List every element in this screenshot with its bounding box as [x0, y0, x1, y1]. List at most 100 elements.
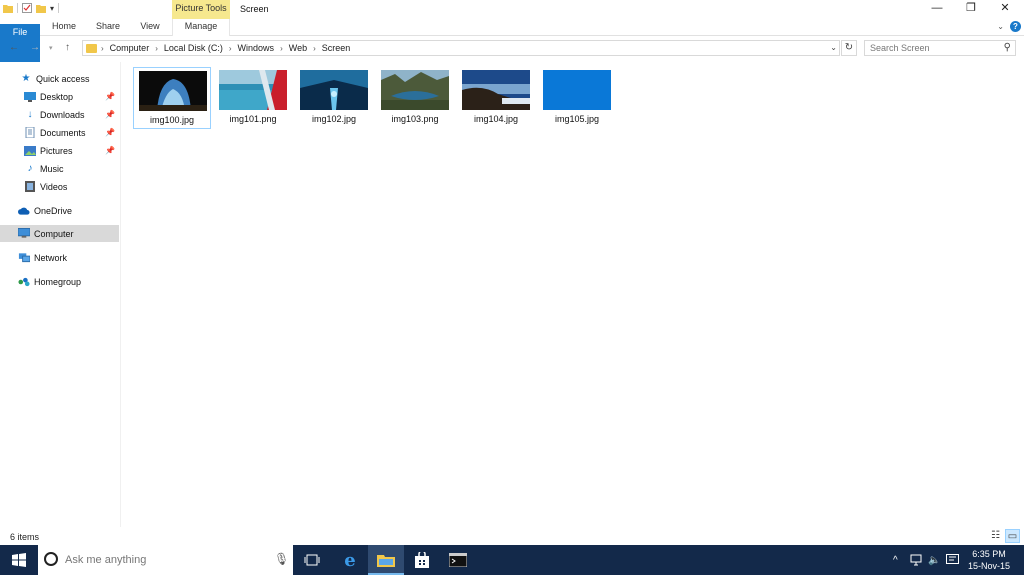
pin-icon[interactable]: 📌 — [105, 128, 115, 137]
ribbon-controls: ⌄ ? — [997, 21, 1021, 32]
address-bar[interactable]: › Computer › Local Disk (C:) › Windows ›… — [82, 40, 840, 56]
status-bar: 6 items ☷ ▭ — [0, 527, 1024, 545]
restore-icon: ❐ — [966, 2, 976, 14]
video-film-icon — [24, 181, 36, 192]
cortana-icon — [44, 552, 58, 566]
file-item-img101[interactable]: img101.png — [214, 67, 292, 129]
breadcrumb-screen[interactable]: Screen — [322, 43, 351, 53]
edge-icon: e — [344, 549, 356, 571]
sidebar-item-pictures[interactable]: Pictures 📌 — [0, 142, 119, 159]
task-view-button[interactable] — [294, 545, 330, 575]
sidebar-item-music[interactable]: ♪ Music — [0, 160, 119, 177]
cortana-search-box[interactable]: 🎙 — [38, 545, 293, 575]
pin-icon[interactable]: 📌 — [105, 146, 115, 155]
file-item-img104[interactable]: img104.jpg — [457, 67, 535, 129]
forward-arrow-icon[interactable]: → — [30, 42, 40, 53]
star-icon: ★ — [21, 73, 31, 84]
windows-logo-icon — [12, 553, 26, 567]
sidebar-item-computer[interactable]: Computer — [0, 225, 119, 242]
new-folder-icon[interactable] — [36, 3, 46, 13]
close-button[interactable]: ✕ — [988, 0, 1022, 19]
download-arrow-icon: ↓ — [27, 109, 33, 120]
pin-icon[interactable]: 📌 — [105, 92, 115, 101]
details-view-icon[interactable]: ☷ — [988, 529, 1003, 543]
file-name: img103.png — [391, 114, 439, 124]
sidebar-item-onedrive[interactable]: OneDrive — [0, 202, 119, 219]
sidebar-item-quick-access[interactable]: ★ Quick access — [0, 70, 119, 87]
pin-icon[interactable]: 📌 — [105, 110, 115, 119]
start-button[interactable] — [0, 545, 38, 575]
network-icon — [18, 252, 30, 263]
folder-icon — [3, 5, 13, 13]
search-box[interactable]: ⚲ — [864, 40, 1016, 56]
network-tray-icon[interactable] — [910, 545, 924, 575]
sidebar-item-homegroup[interactable]: Homegroup — [0, 273, 119, 290]
sidebar-item-videos[interactable]: Videos — [0, 178, 119, 195]
file-explorer-button[interactable] — [368, 545, 404, 575]
recent-locations-icon[interactable]: ▾ — [49, 44, 53, 52]
action-center-icon[interactable] — [946, 545, 959, 575]
tab-home[interactable]: Home — [44, 19, 84, 36]
sidebar-item-downloads[interactable]: ↓ Downloads 📌 — [0, 106, 119, 123]
system-clock[interactable]: 6:35 PM 15-Nov-15 — [962, 548, 1016, 572]
restore-button[interactable]: ❐ — [954, 0, 988, 19]
window-title: Screen — [240, 4, 269, 14]
sidebar-item-label: Network — [34, 252, 68, 263]
properties-icon[interactable] — [22, 3, 32, 13]
file-item-img102[interactable]: img102.jpg — [295, 67, 373, 129]
tab-view[interactable]: View — [130, 19, 170, 36]
file-explorer-icon — [377, 555, 395, 567]
customize-toolbar-dropdown-icon[interactable]: ▾ — [50, 4, 54, 13]
file-item-img103[interactable]: img103.png — [376, 67, 454, 129]
sidebar-item-label: Desktop — [40, 91, 74, 102]
breadcrumb-windows[interactable]: Windows — [238, 43, 275, 53]
up-arrow-icon[interactable]: ↑ — [65, 42, 70, 53]
edge-browser-button[interactable]: e — [332, 545, 368, 575]
search-icon[interactable]: ⚲ — [1004, 42, 1011, 53]
sidebar-item-network[interactable]: Network — [0, 249, 119, 266]
divider — [17, 3, 18, 13]
sidebar-item-label: Homegroup — [34, 276, 82, 287]
documents-icon — [24, 127, 36, 138]
refresh-button[interactable]: ↻ — [841, 40, 857, 56]
file-name: img102.jpg — [311, 114, 357, 124]
chevron-right-icon[interactable]: › — [313, 44, 316, 53]
tab-share[interactable]: Share — [88, 19, 128, 36]
music-note-icon: ♪ — [27, 163, 33, 174]
sidebar-item-label: Videos — [40, 181, 68, 192]
help-icon[interactable]: ? — [1010, 21, 1021, 32]
sidebar-item-documents[interactable]: Documents 📌 — [0, 124, 119, 141]
sidebar-item-label: OneDrive — [34, 205, 73, 216]
file-item-img100[interactable]: img100.jpg — [133, 67, 211, 129]
command-prompt-button[interactable] — [440, 545, 476, 575]
breadcrumb: › Computer › Local Disk (C:) › Windows ›… — [101, 43, 350, 53]
file-name: img105.jpg — [554, 114, 600, 124]
search-input[interactable] — [865, 41, 995, 55]
tab-manage[interactable]: Manage — [172, 19, 230, 36]
command-prompt-icon — [449, 553, 467, 567]
chevron-down-icon[interactable]: ⌄ — [830, 43, 837, 52]
volume-icon[interactable]: 🔈 — [928, 545, 940, 575]
chevron-right-icon[interactable]: › — [101, 44, 104, 53]
chevron-right-icon[interactable]: › — [229, 44, 232, 53]
navigation-bar: ← → ▾ ↑ › Computer › Local Disk (C:) › W… — [0, 38, 1024, 59]
breadcrumb-local-disk[interactable]: Local Disk (C:) — [164, 43, 223, 53]
chevron-right-icon[interactable]: › — [155, 44, 158, 53]
cortana-search-input[interactable] — [65, 551, 265, 569]
task-view-icon — [304, 554, 320, 566]
picture-tools-context-tab: Picture Tools — [172, 0, 230, 19]
minimize-button[interactable]: — — [920, 0, 954, 19]
store-button[interactable] — [404, 545, 440, 575]
breadcrumb-computer[interactable]: Computer — [110, 43, 150, 53]
clock-date: 15-Nov-15 — [967, 561, 1011, 571]
expand-ribbon-icon[interactable]: ⌄ — [997, 22, 1004, 31]
microphone-icon[interactable]: 🎙 — [274, 552, 289, 566]
show-hidden-icons-button[interactable]: ^ — [893, 545, 898, 575]
back-arrow-icon[interactable]: ← — [9, 42, 19, 53]
file-name: img104.jpg — [473, 114, 519, 124]
file-item-img105[interactable]: img105.jpg — [538, 67, 616, 129]
sidebar-item-desktop[interactable]: Desktop 📌 — [0, 88, 119, 105]
chevron-right-icon[interactable]: › — [280, 44, 283, 53]
breadcrumb-web[interactable]: Web — [289, 43, 307, 53]
large-icons-view-icon[interactable]: ▭ — [1005, 529, 1020, 543]
